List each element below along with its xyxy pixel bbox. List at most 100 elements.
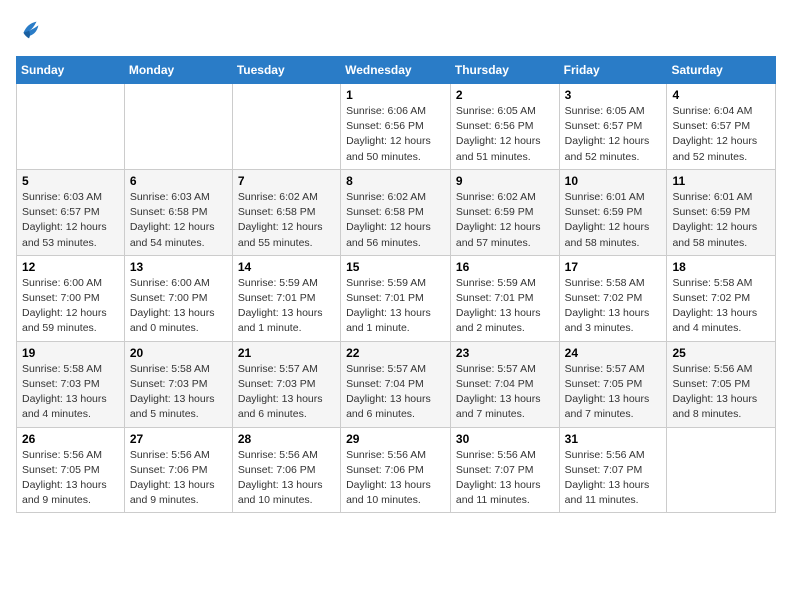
calendar-cell: 4 Sunrise: 6:04 AM Sunset: 6:57 PM Daylig…	[667, 84, 776, 170]
day-info: Sunrise: 5:56 AM Sunset: 7:06 PM Dayligh…	[238, 448, 335, 509]
day-number: 8	[346, 174, 445, 188]
day-number: 18	[672, 260, 770, 274]
day-info: Sunrise: 5:58 AM Sunset: 7:02 PM Dayligh…	[565, 276, 662, 337]
day-info: Sunrise: 6:01 AM Sunset: 6:59 PM Dayligh…	[565, 190, 662, 251]
calendar-header-row: SundayMondayTuesdayWednesdayThursdayFrid…	[17, 57, 776, 84]
day-number: 4	[672, 88, 770, 102]
day-number: 7	[238, 174, 335, 188]
day-number: 10	[565, 174, 662, 188]
day-info: Sunrise: 5:58 AM Sunset: 7:03 PM Dayligh…	[22, 362, 119, 423]
calendar-cell: 8 Sunrise: 6:02 AM Sunset: 6:58 PM Daylig…	[341, 169, 451, 255]
header-thursday: Thursday	[450, 57, 559, 84]
day-number: 13	[130, 260, 227, 274]
calendar-cell: 30 Sunrise: 5:56 AM Sunset: 7:07 PM Dayli…	[450, 427, 559, 513]
day-number: 22	[346, 346, 445, 360]
day-info: Sunrise: 6:02 AM Sunset: 6:58 PM Dayligh…	[238, 190, 335, 251]
day-number: 14	[238, 260, 335, 274]
calendar-cell: 7 Sunrise: 6:02 AM Sunset: 6:58 PM Daylig…	[232, 169, 340, 255]
calendar-cell: 26 Sunrise: 5:56 AM Sunset: 7:05 PM Dayli…	[17, 427, 125, 513]
day-number: 11	[672, 174, 770, 188]
calendar-cell: 3 Sunrise: 6:05 AM Sunset: 6:57 PM Daylig…	[559, 84, 667, 170]
calendar-cell: 9 Sunrise: 6:02 AM Sunset: 6:59 PM Daylig…	[450, 169, 559, 255]
day-number: 3	[565, 88, 662, 102]
calendar-cell: 1 Sunrise: 6:06 AM Sunset: 6:56 PM Daylig…	[341, 84, 451, 170]
day-info: Sunrise: 5:56 AM Sunset: 7:06 PM Dayligh…	[130, 448, 227, 509]
day-info: Sunrise: 6:05 AM Sunset: 6:56 PM Dayligh…	[456, 104, 554, 165]
calendar-cell: 17 Sunrise: 5:58 AM Sunset: 7:02 PM Dayli…	[559, 255, 667, 341]
calendar-week-3: 12 Sunrise: 6:00 AM Sunset: 7:00 PM Dayli…	[17, 255, 776, 341]
day-info: Sunrise: 5:56 AM Sunset: 7:07 PM Dayligh…	[456, 448, 554, 509]
header-saturday: Saturday	[667, 57, 776, 84]
day-number: 1	[346, 88, 445, 102]
calendar-cell	[232, 84, 340, 170]
header-monday: Monday	[124, 57, 232, 84]
day-number: 23	[456, 346, 554, 360]
day-number: 27	[130, 432, 227, 446]
day-number: 15	[346, 260, 445, 274]
calendar-cell: 31 Sunrise: 5:56 AM Sunset: 7:07 PM Dayli…	[559, 427, 667, 513]
calendar-week-2: 5Sunrise: 6:03 AM Sunset: 6:57 PM Daylig…	[17, 169, 776, 255]
day-number: 26	[22, 432, 119, 446]
day-info: Sunrise: 6:05 AM Sunset: 6:57 PM Dayligh…	[565, 104, 662, 165]
header-friday: Friday	[559, 57, 667, 84]
day-info: Sunrise: 5:59 AM Sunset: 7:01 PM Dayligh…	[456, 276, 554, 337]
calendar-cell: 24Sunrise: 5:57 AM Sunset: 7:05 PM Dayli…	[559, 341, 667, 427]
day-number: 20	[130, 346, 227, 360]
day-number: 31	[565, 432, 662, 446]
day-info: Sunrise: 6:04 AM Sunset: 6:57 PM Dayligh…	[672, 104, 770, 165]
day-number: 2	[456, 88, 554, 102]
day-info: Sunrise: 5:58 AM Sunset: 7:02 PM Dayligh…	[672, 276, 770, 337]
calendar-cell	[17, 84, 125, 170]
day-number: 16	[456, 260, 554, 274]
calendar-cell: 2 Sunrise: 6:05 AM Sunset: 6:56 PM Daylig…	[450, 84, 559, 170]
day-info: Sunrise: 6:02 AM Sunset: 6:58 PM Dayligh…	[346, 190, 445, 251]
calendar-cell: 5Sunrise: 6:03 AM Sunset: 6:57 PM Daylig…	[17, 169, 125, 255]
day-info: Sunrise: 5:56 AM Sunset: 7:05 PM Dayligh…	[22, 448, 119, 509]
calendar-cell: 15 Sunrise: 5:59 AM Sunset: 7:01 PM Dayli…	[341, 255, 451, 341]
calendar-cell	[667, 427, 776, 513]
day-info: Sunrise: 5:56 AM Sunset: 7:07 PM Dayligh…	[565, 448, 662, 509]
day-info: Sunrise: 6:02 AM Sunset: 6:59 PM Dayligh…	[456, 190, 554, 251]
calendar-cell: 25Sunrise: 5:56 AM Sunset: 7:05 PM Dayli…	[667, 341, 776, 427]
page-header	[16, 16, 776, 44]
calendar-table: SundayMondayTuesdayWednesdayThursdayFrid…	[16, 56, 776, 513]
calendar-cell: 6 Sunrise: 6:03 AM Sunset: 6:58 PM Daylig…	[124, 169, 232, 255]
calendar-cell: 21 Sunrise: 5:57 AM Sunset: 7:03 PM Dayli…	[232, 341, 340, 427]
day-info: Sunrise: 5:56 AM Sunset: 7:06 PM Dayligh…	[346, 448, 445, 509]
day-number: 25	[672, 346, 770, 360]
day-info: Sunrise: 5:57 AM Sunset: 7:03 PM Dayligh…	[238, 362, 335, 423]
calendar-cell: 19 Sunrise: 5:58 AM Sunset: 7:03 PM Dayli…	[17, 341, 125, 427]
day-number: 24	[565, 346, 662, 360]
day-info: Sunrise: 6:03 AM Sunset: 6:58 PM Dayligh…	[130, 190, 227, 251]
day-info: Sunrise: 6:00 AM Sunset: 7:00 PM Dayligh…	[22, 276, 119, 337]
calendar-cell: 14 Sunrise: 5:59 AM Sunset: 7:01 PM Dayli…	[232, 255, 340, 341]
day-number: 19	[22, 346, 119, 360]
logo-icon	[16, 16, 44, 44]
calendar-cell: 20 Sunrise: 5:58 AM Sunset: 7:03 PM Dayli…	[124, 341, 232, 427]
day-info: Sunrise: 6:00 AM Sunset: 7:00 PM Dayligh…	[130, 276, 227, 337]
day-number: 30	[456, 432, 554, 446]
calendar-cell: 29 Sunrise: 5:56 AM Sunset: 7:06 PM Dayli…	[341, 427, 451, 513]
day-number: 21	[238, 346, 335, 360]
day-info: Sunrise: 5:57 AM Sunset: 7:04 PM Dayligh…	[456, 362, 554, 423]
day-info: Sunrise: 5:59 AM Sunset: 7:01 PM Dayligh…	[238, 276, 335, 337]
day-info: Sunrise: 6:01 AM Sunset: 6:59 PM Dayligh…	[672, 190, 770, 251]
calendar-cell: 22Sunrise: 5:57 AM Sunset: 7:04 PM Dayli…	[341, 341, 451, 427]
day-number: 6	[130, 174, 227, 188]
calendar-cell: 13 Sunrise: 6:00 AM Sunset: 7:00 PM Dayli…	[124, 255, 232, 341]
calendar-cell: 10 Sunrise: 6:01 AM Sunset: 6:59 PM Dayli…	[559, 169, 667, 255]
day-info: Sunrise: 6:06 AM Sunset: 6:56 PM Dayligh…	[346, 104, 445, 165]
calendar-week-1: 1 Sunrise: 6:06 AM Sunset: 6:56 PM Daylig…	[17, 84, 776, 170]
day-info: Sunrise: 5:59 AM Sunset: 7:01 PM Dayligh…	[346, 276, 445, 337]
day-number: 9	[456, 174, 554, 188]
day-number: 12	[22, 260, 119, 274]
day-info: Sunrise: 5:58 AM Sunset: 7:03 PM Dayligh…	[130, 362, 227, 423]
calendar-week-5: 26 Sunrise: 5:56 AM Sunset: 7:05 PM Dayli…	[17, 427, 776, 513]
day-number: 29	[346, 432, 445, 446]
header-tuesday: Tuesday	[232, 57, 340, 84]
calendar-cell: 18 Sunrise: 5:58 AM Sunset: 7:02 PM Dayli…	[667, 255, 776, 341]
calendar-cell: 11 Sunrise: 6:01 AM Sunset: 6:59 PM Dayli…	[667, 169, 776, 255]
day-number: 17	[565, 260, 662, 274]
header-sunday: Sunday	[17, 57, 125, 84]
logo	[16, 16, 48, 44]
